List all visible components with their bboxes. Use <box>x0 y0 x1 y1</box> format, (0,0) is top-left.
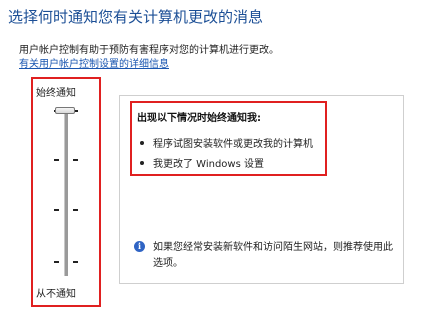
slider-track[interactable] <box>64 108 68 276</box>
list-item: 程序试图安装软件或更改我的计算机 <box>140 135 313 150</box>
panel-heading: 出现以下情况时始终通知我: <box>137 113 261 124</box>
slider-top-label: 始终通知 <box>36 88 76 99</box>
page-description: 用户帐户控制有助于预防有害程序对您的计算机进行更改。 <box>19 45 279 56</box>
list-item-text: 我更改了 Windows 设置 <box>153 159 264 170</box>
uac-details-link[interactable]: 有关用户帐户控制设置的详细信息 <box>19 55 169 70</box>
slider-bottom-label: 从不通知 <box>36 289 76 300</box>
slider-tick <box>54 209 59 211</box>
notification-slider-highlight: 始终通知 从不通知 <box>31 77 101 307</box>
info-icon: i <box>134 241 145 252</box>
page-title: 选择何时通知您有关计算机更改的消息 <box>8 8 264 26</box>
slider-tick <box>54 261 59 263</box>
list-item: 我更改了 Windows 设置 <box>140 155 264 170</box>
slider-tick <box>54 159 59 161</box>
bullet-icon <box>140 161 144 165</box>
slider-tick <box>73 261 78 263</box>
slider-tick <box>73 209 78 211</box>
slider-tick <box>73 159 78 161</box>
uac-settings-page: 选择何时通知您有关计算机更改的消息 用户帐户控制有助于预防有害程序对您的计算机进… <box>0 0 423 336</box>
slider-thumb[interactable] <box>55 107 75 114</box>
bullet-icon <box>140 141 144 145</box>
info-text: 如果您经常安装新软件和访问陌生网站，则推荐使用此选项。 <box>153 242 393 269</box>
list-item-text: 程序试图安装软件或更改我的计算机 <box>153 139 313 150</box>
